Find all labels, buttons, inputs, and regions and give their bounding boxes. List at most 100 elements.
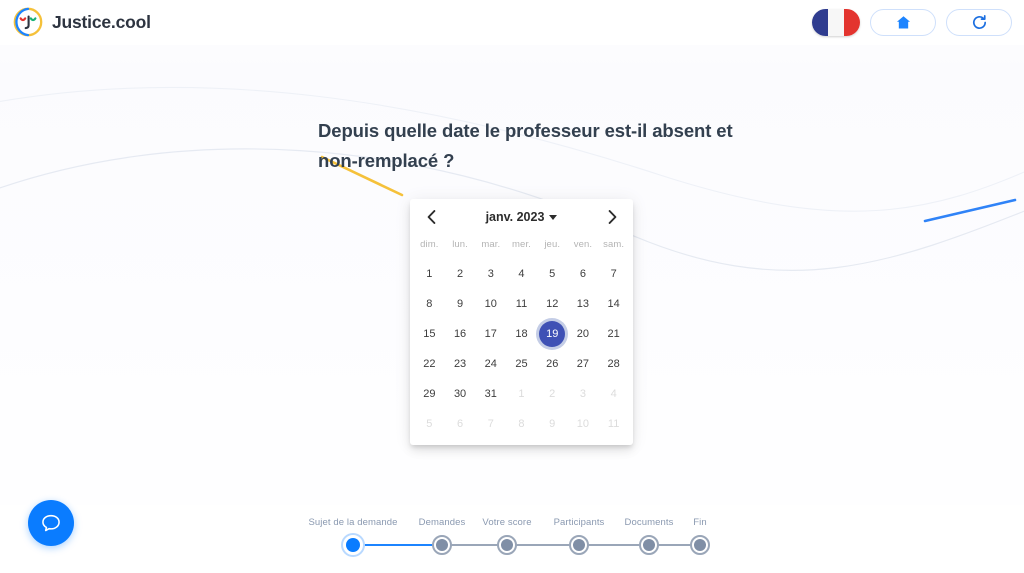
calendar-day[interactable]: 17 bbox=[478, 321, 504, 347]
calendar-day[interactable]: 9 bbox=[447, 291, 473, 317]
weekday-label: jeu. bbox=[544, 239, 561, 250]
step-dot-core bbox=[346, 538, 360, 552]
step-label-4: Participants bbox=[553, 517, 605, 528]
calendar-cell: 26 bbox=[537, 349, 568, 379]
calendar-cell: 29 bbox=[414, 379, 445, 409]
calendar-cell: 23 bbox=[445, 349, 476, 379]
calendar-day[interactable]: 1 bbox=[416, 261, 442, 287]
home-button[interactable] bbox=[870, 9, 936, 36]
calendar-day: 7 bbox=[478, 411, 504, 437]
calendar-cell: 11 bbox=[506, 289, 537, 319]
weekday-label: dim. bbox=[420, 239, 439, 250]
calendar-day[interactable]: 10 bbox=[478, 291, 504, 317]
calendar-week-row: 15 16 17 18 19 20 21 bbox=[414, 319, 629, 349]
calendar-day: 8 bbox=[508, 411, 534, 437]
french-flag-icon[interactable] bbox=[812, 9, 860, 36]
calendar-day[interactable]: 25 bbox=[508, 351, 534, 377]
step-connector bbox=[353, 544, 442, 546]
calendar-cell: 7 bbox=[475, 409, 506, 439]
calendar-day[interactable]: 13 bbox=[570, 291, 596, 317]
calendar-cell: 6 bbox=[445, 409, 476, 439]
calendar-cell: 5 bbox=[414, 409, 445, 439]
step-dot-5[interactable] bbox=[639, 535, 659, 555]
weekday-label: mar. bbox=[481, 239, 501, 250]
refresh-button[interactable] bbox=[946, 9, 1012, 36]
calendar-day: 11 bbox=[601, 411, 627, 437]
calendar-day[interactable]: 14 bbox=[601, 291, 627, 317]
datepicker-header: janv. 2023 bbox=[414, 199, 629, 235]
datepicker-panel: janv. 2023 dim. lun. mar. mer. jeu. ven. sam. … bbox=[410, 199, 633, 445]
calendar-day[interactable]: 16 bbox=[447, 321, 473, 347]
calendar-day[interactable]: 5 bbox=[539, 261, 565, 287]
calendar-day[interactable]: 27 bbox=[570, 351, 596, 377]
brand[interactable]: Justice.cool bbox=[12, 6, 151, 38]
previous-month-button[interactable] bbox=[418, 204, 444, 230]
flag-band-red bbox=[844, 9, 860, 36]
flag-band-white bbox=[828, 9, 844, 36]
flag-band-blue bbox=[812, 9, 828, 36]
calendar-cell: 11 bbox=[598, 409, 629, 439]
calendar-cell: 1 bbox=[506, 379, 537, 409]
chevron-left-icon bbox=[427, 210, 435, 224]
step-dot-6[interactable] bbox=[690, 535, 710, 555]
step-label-1: Sujet de la demande bbox=[308, 517, 398, 528]
month-year-selector[interactable]: janv. 2023 bbox=[444, 210, 599, 224]
calendar-week-row: 29 30 31 1 2 3 4 bbox=[414, 379, 629, 409]
step-dot-4[interactable] bbox=[569, 535, 589, 555]
step-dot-2[interactable] bbox=[432, 535, 452, 555]
calendar-day[interactable]: 29 bbox=[416, 381, 442, 407]
calendar-cell: 24 bbox=[475, 349, 506, 379]
calendar-day[interactable]: 7 bbox=[601, 261, 627, 287]
justice-cool-face-logo-icon bbox=[12, 6, 44, 38]
calendar-day[interactable]: 2 bbox=[447, 261, 473, 287]
calendar-day[interactable]: 6 bbox=[570, 261, 596, 287]
calendar-day[interactable]: 4 bbox=[508, 261, 534, 287]
calendar-cell: 10 bbox=[475, 289, 506, 319]
calendar-day: 6 bbox=[447, 411, 473, 437]
calendar-day[interactable]: 30 bbox=[447, 381, 473, 407]
calendar-cell: 2 bbox=[445, 259, 476, 289]
step-label-5: Documents bbox=[624, 517, 674, 528]
next-month-button[interactable] bbox=[599, 204, 625, 230]
calendar-day[interactable]: 8 bbox=[416, 291, 442, 317]
step-dot-3[interactable] bbox=[497, 535, 517, 555]
calendar-day[interactable]: 15 bbox=[416, 321, 442, 347]
calendar-day[interactable]: 24 bbox=[478, 351, 504, 377]
calendar-cell: 10 bbox=[568, 409, 599, 439]
page-root: Justice.cool Depuis quelle date le profe… bbox=[0, 0, 1024, 573]
calendar-cell: 13 bbox=[568, 289, 599, 319]
calendar-day: 9 bbox=[539, 411, 565, 437]
calendar-day[interactable]: 28 bbox=[601, 351, 627, 377]
calendar-day[interactable]: 11 bbox=[508, 291, 534, 317]
calendar-day: 2 bbox=[539, 381, 565, 407]
calendar-day: 1 bbox=[508, 381, 534, 407]
calendar-day[interactable]: 12 bbox=[539, 291, 565, 317]
calendar-cell: 28 bbox=[598, 349, 629, 379]
chat-widget-button[interactable] bbox=[28, 500, 74, 546]
calendar-day[interactable]: 22 bbox=[416, 351, 442, 377]
calendar-cell: 14 bbox=[598, 289, 629, 319]
calendar-day-selected[interactable]: 19 bbox=[539, 321, 566, 347]
calendar-day[interactable]: 3 bbox=[478, 261, 504, 287]
calendar-cell: 17 bbox=[475, 319, 506, 349]
weekday-label: mer. bbox=[512, 239, 531, 250]
step-dot-core bbox=[436, 539, 448, 551]
calendar-cell: 31 bbox=[475, 379, 506, 409]
home-icon bbox=[896, 16, 910, 29]
calendar-cell: 27 bbox=[568, 349, 599, 379]
chevron-down-icon bbox=[549, 214, 558, 220]
calendar-day[interactable]: 23 bbox=[447, 351, 473, 377]
chevron-right-icon bbox=[608, 210, 616, 224]
step-dot-1[interactable] bbox=[343, 535, 363, 555]
calendar-day[interactable]: 20 bbox=[570, 321, 596, 347]
step-dot-core bbox=[501, 539, 513, 551]
calendar-cell: 19 bbox=[537, 319, 568, 349]
weekday-label: ven. bbox=[573, 239, 593, 250]
step-label-3: Votre score bbox=[482, 517, 532, 528]
calendar-day[interactable]: 31 bbox=[478, 381, 504, 407]
calendar-cell: 4 bbox=[598, 379, 629, 409]
calendar-day[interactable]: 21 bbox=[601, 321, 627, 347]
calendar-day[interactable]: 18 bbox=[508, 321, 534, 347]
calendar-day[interactable]: 26 bbox=[539, 351, 565, 377]
weekday-header-row: dim. lun. mar. mer. jeu. ven. sam. bbox=[414, 235, 629, 255]
